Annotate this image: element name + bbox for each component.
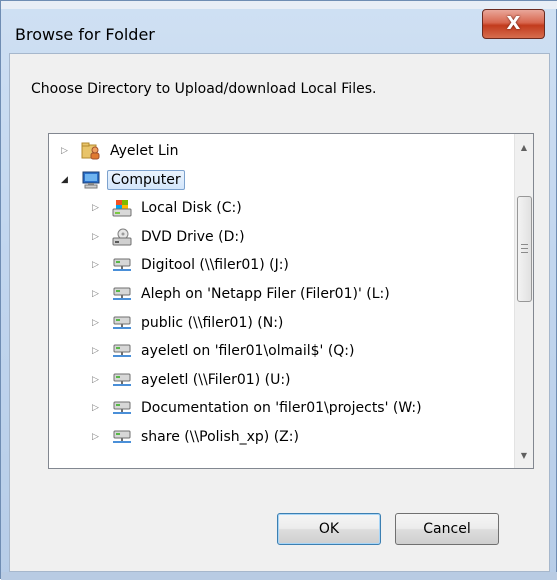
vertical-scrollbar[interactable]: ▲ ▼ — [514, 134, 533, 468]
network-drive-icon — [112, 314, 132, 332]
tree-item-label: Aleph on 'Netapp Filer (Filer01)' (L:) — [141, 286, 390, 302]
network-drive-icon — [112, 285, 132, 303]
tree-item[interactable]: ▷ ayeletl on 'filer01\olmail$' (Q:) — [91, 337, 357, 365]
close-icon: X — [506, 13, 521, 34]
tree-item[interactable]: ▷ Digitool (\\filer01) (J:) — [91, 251, 292, 279]
cancel-button[interactable]: Cancel — [395, 513, 499, 545]
expand-arrow-icon[interactable]: ▷ — [91, 318, 100, 328]
tree-item-label: share (\\Polish_xp) (Z:) — [141, 429, 299, 445]
expand-arrow-icon[interactable]: ▷ — [91, 232, 100, 242]
tree-item[interactable]: ▷ Aleph on 'Netapp Filer (Filer01)' (L:) — [91, 280, 393, 308]
tree-item[interactable]: ◢ Computer — [60, 166, 185, 194]
tree-item[interactable]: ▷ share (\\Polish_xp) (Z:) — [91, 423, 302, 451]
ok-button[interactable]: OK — [277, 513, 381, 545]
tree-item[interactable]: ▷ Documentation on 'filer01\projects' (W:… — [91, 394, 425, 422]
tree-item-label: Ayelet Lin — [110, 143, 179, 159]
expand-arrow-icon[interactable]: ▷ — [91, 289, 100, 299]
local-disk-icon — [112, 199, 132, 217]
tree-item-label: ayeletl on 'filer01\olmail$' (Q:) — [141, 343, 355, 360]
dialog-window: Browse for Folder X Choose Directory to … — [0, 0, 557, 580]
expand-arrow-icon[interactable]: ▷ — [60, 146, 69, 156]
tree-item-label: Local Disk (C:) — [141, 200, 242, 217]
network-drive-icon — [112, 342, 132, 360]
window-title: Browse for Folder — [15, 25, 155, 44]
tree-item-label: ayeletl (\\Filer01) (U:) — [141, 371, 291, 388]
scroll-down-arrow-icon[interactable]: ▼ — [515, 446, 533, 464]
network-drive-icon — [112, 256, 132, 274]
scrollbar-thumb[interactable] — [517, 196, 532, 302]
tree-item-label: public (\\filer01) (N:) — [141, 314, 284, 331]
expand-arrow-icon[interactable]: ▷ — [91, 403, 100, 413]
scroll-up-arrow-icon[interactable]: ▲ — [515, 138, 533, 156]
tree-item-label: Computer — [107, 169, 185, 190]
tree-item-label: DVD Drive (D:) — [141, 228, 245, 245]
network-drive-icon — [112, 399, 132, 417]
tree-item[interactable]: ▷ public (\\filer01) (N:) — [91, 309, 286, 337]
tree-item[interactable]: ▷ ayeletl (\\Filer01) (U:) — [91, 366, 294, 394]
network-drive-icon — [112, 371, 132, 389]
grip-icon — [521, 244, 528, 253]
computer-icon — [81, 171, 101, 189]
dialog-description: Choose Directory to Upload/download Loca… — [31, 81, 377, 97]
tree-item-label: Digitool (\\filer01) (J:) — [141, 257, 289, 274]
tree-item[interactable]: ▷ Ayelet Lin — [60, 137, 182, 165]
user-folder-icon — [81, 142, 101, 160]
tree-item[interactable]: ▷ DVD Drive (D:) — [91, 223, 248, 251]
collapse-arrow-icon[interactable]: ◢ — [60, 175, 69, 185]
tree-item[interactable]: ▷ Local Disk (C:) — [91, 194, 245, 222]
folder-tree[interactable]: ▷ Ayelet Lin ◢ Computer ▷ Local Disk (C:) ▷ DVD… — [48, 133, 534, 469]
close-button[interactable]: X — [482, 9, 545, 39]
expand-arrow-icon[interactable]: ▷ — [91, 432, 100, 442]
network-drive-icon — [112, 428, 132, 446]
title-bar-edge — [1, 1, 557, 9]
expand-arrow-icon[interactable]: ▷ — [91, 260, 100, 270]
expand-arrow-icon[interactable]: ▷ — [91, 375, 100, 385]
expand-arrow-icon[interactable]: ▷ — [91, 203, 100, 213]
expand-arrow-icon[interactable]: ▷ — [91, 346, 100, 356]
tree-item-label: Documentation on 'filer01\projects' (W:) — [141, 400, 422, 417]
dvd-drive-icon — [112, 228, 132, 246]
